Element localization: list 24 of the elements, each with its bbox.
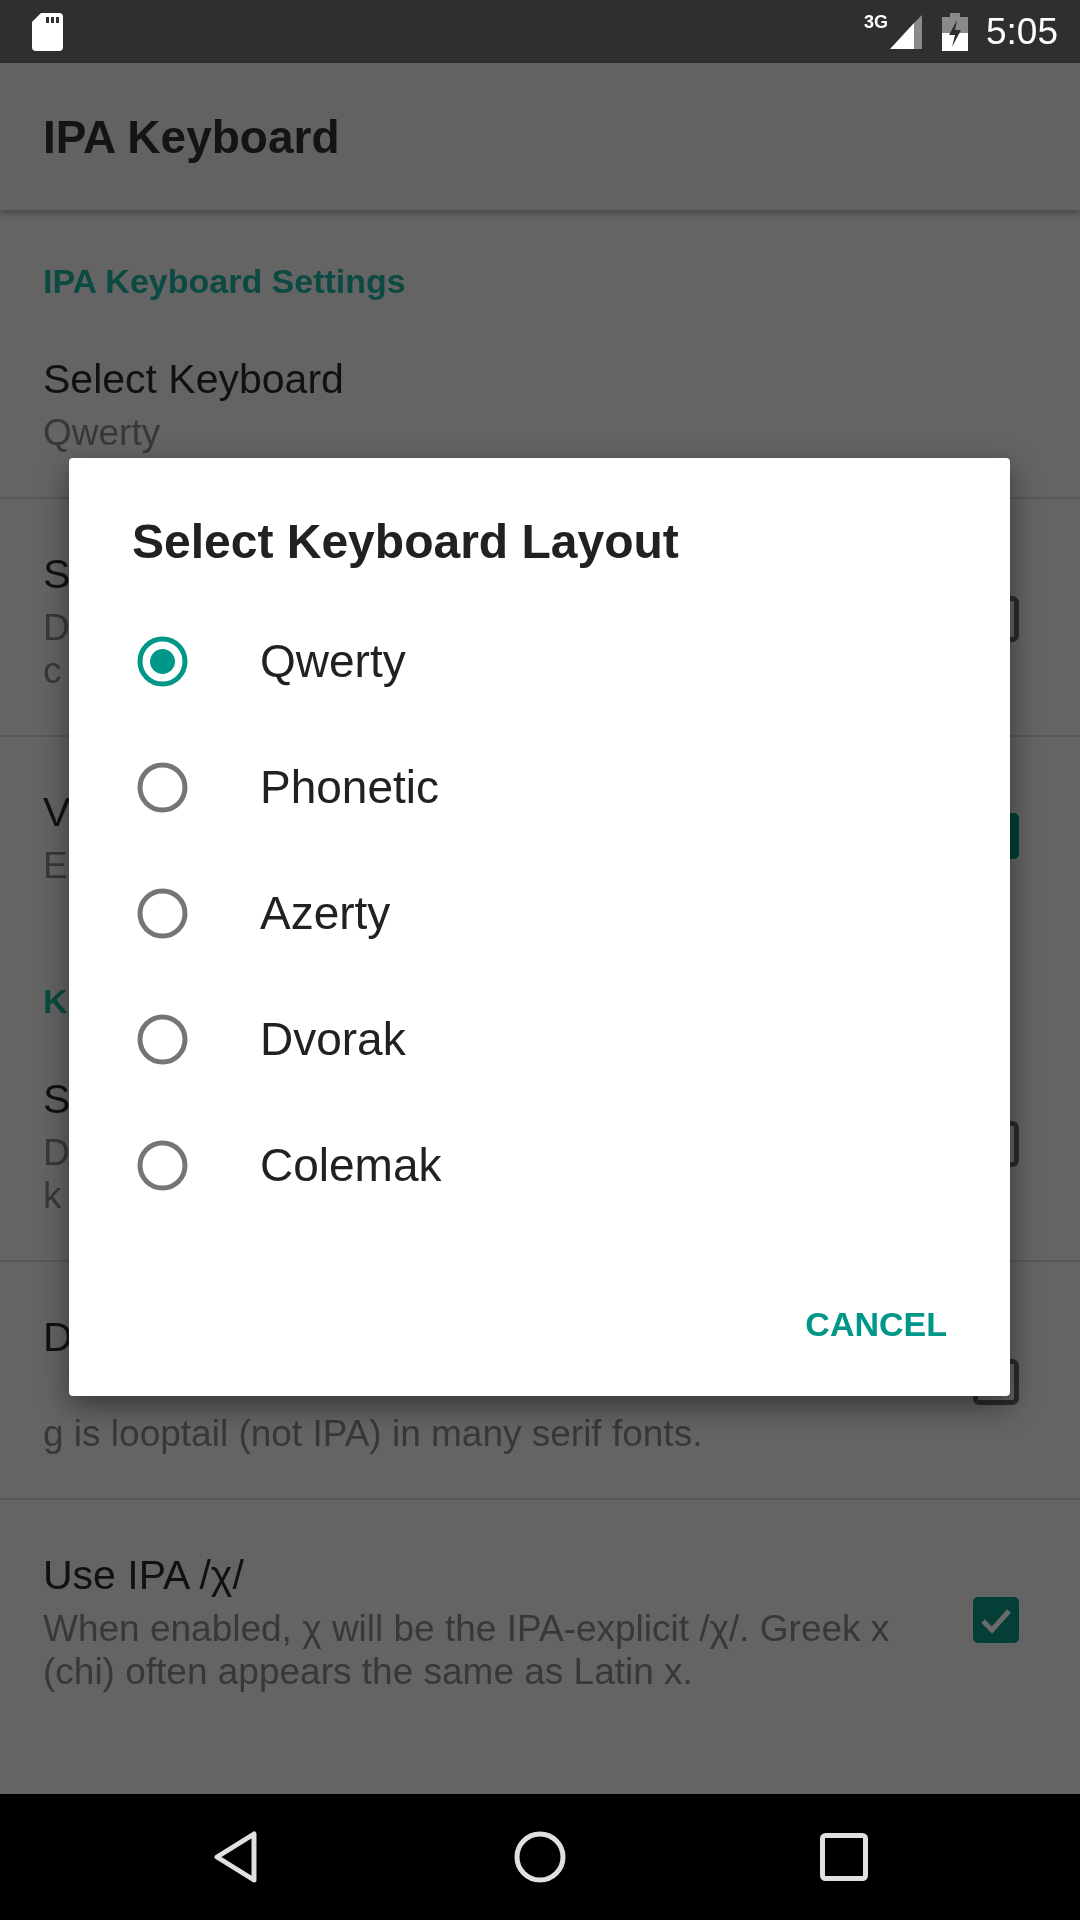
layout-option[interactable]: Qwerty (69, 598, 1010, 724)
preference-title: Use IPA /χ/ (43, 1551, 244, 1600)
layout-option[interactable]: Phonetic (69, 724, 1010, 850)
section-header: K (43, 981, 68, 1022)
layout-option[interactable]: Azerty (69, 850, 1010, 976)
preference-title: S (43, 1075, 71, 1124)
checkbox[interactable] (973, 1597, 1019, 1643)
sd-card-icon (32, 12, 63, 51)
section-header: IPA Keyboard Settings (43, 261, 406, 302)
clock-time: 5:05 (986, 9, 1058, 54)
dialog-title: Select Keyboard Layout (132, 514, 679, 570)
battery-charging-icon (942, 12, 968, 51)
back-icon[interactable] (213, 1830, 259, 1884)
preference-title: V (43, 788, 71, 837)
home-icon[interactable] (513, 1830, 567, 1884)
cancel-button[interactable]: CANCEL (789, 1280, 963, 1368)
app-title: IPA Keyboard (43, 109, 340, 165)
recent-apps-icon[interactable] (820, 1833, 868, 1881)
preference-title: Select Keyboard (43, 355, 344, 404)
network-type-label: 3G (863, 12, 888, 32)
layout-option[interactable]: Colemak (69, 1102, 1010, 1228)
layout-option[interactable]: Dvorak (69, 976, 1010, 1102)
preference-title: S (43, 550, 71, 599)
signal-icon (890, 14, 922, 49)
